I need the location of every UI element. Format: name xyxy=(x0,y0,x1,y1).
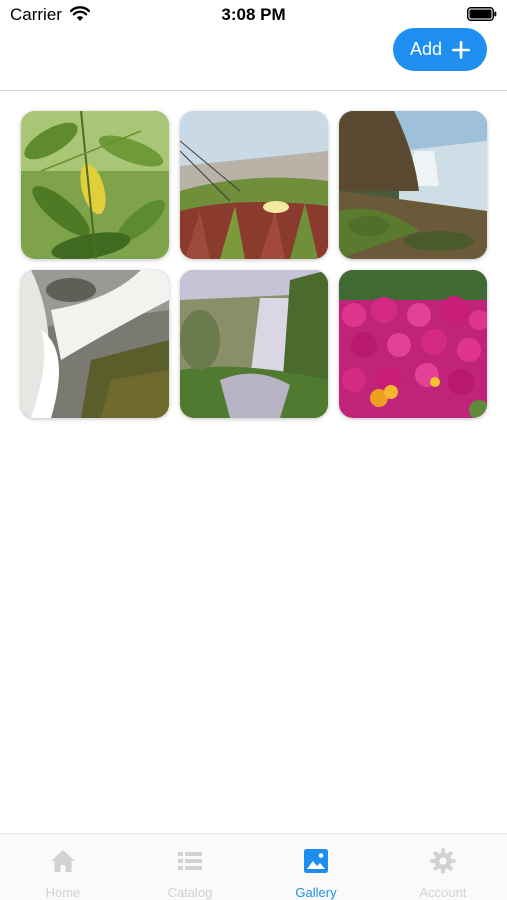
photo-coastal-waterfall xyxy=(339,111,487,259)
photo-leaves xyxy=(21,111,169,259)
home-icon xyxy=(51,850,75,872)
tab-catalog-label: Catalog xyxy=(167,885,213,900)
tab-bar: Home Catalog Gallery Account xyxy=(0,833,507,900)
image-icon xyxy=(304,849,328,873)
photo-tile-leaves[interactable] xyxy=(21,111,169,259)
list-icon xyxy=(178,852,202,870)
tab-home-label: Home xyxy=(45,885,81,900)
tab-gallery-label: Gallery xyxy=(295,885,337,900)
tab-gallery[interactable]: Gallery xyxy=(253,834,379,900)
add-button-label: Add xyxy=(409,39,443,59)
photo-ice-plant-flowers xyxy=(180,111,328,259)
photo-tile-coastal-waterfall[interactable] xyxy=(339,111,487,259)
tab-account[interactable]: Account xyxy=(380,834,506,900)
photo-waterfall-rocks xyxy=(21,270,169,418)
photo-tile-ice-plant[interactable] xyxy=(180,111,328,259)
plus-icon xyxy=(452,40,471,59)
photo-misty-waterfall xyxy=(180,270,328,418)
photo-tile-pink-flowers[interactable] xyxy=(339,270,487,418)
gear-icon xyxy=(430,848,456,874)
photo-tile-waterfall-rocks[interactable] xyxy=(21,270,169,418)
photo-tile-misty-waterfall[interactable] xyxy=(180,270,328,418)
tab-catalog[interactable]: Catalog xyxy=(127,834,253,900)
tab-account-label: Account xyxy=(419,885,467,900)
header: Add xyxy=(0,0,507,91)
add-button[interactable]: Add xyxy=(393,28,487,71)
tab-home[interactable]: Home xyxy=(0,834,126,900)
photo-pink-flowers xyxy=(339,270,487,418)
